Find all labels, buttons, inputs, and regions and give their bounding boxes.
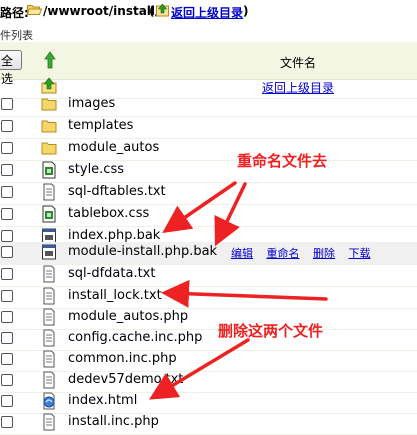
text-file-icon <box>43 413 55 431</box>
row-checkbox[interactable] <box>1 208 13 220</box>
table-row: tablebox.css <box>0 204 417 227</box>
up-arrow-icon[interactable] <box>44 51 56 69</box>
table-header <box>0 42 417 80</box>
text-file-icon <box>43 350 55 368</box>
css-file-icon <box>42 205 56 223</box>
table-row: sql-dftables.txt <box>0 182 417 205</box>
table-row: common.inc.php <box>0 349 417 372</box>
file-name[interactable]: images <box>68 96 115 111</box>
file-list-title-text: 件列表 <box>0 29 33 42</box>
table-row: install.inc.php <box>0 412 417 435</box>
bak-file-icon <box>42 244 56 260</box>
file-name[interactable]: common.inc.php <box>68 351 177 366</box>
select-all-button[interactable]: 全选 <box>0 50 22 86</box>
file-list-title: 件列表 <box>0 24 417 43</box>
css-file-icon <box>42 161 56 179</box>
row-checkbox[interactable] <box>1 246 13 258</box>
text-file-icon <box>43 371 55 389</box>
folder-open-icon <box>27 5 42 15</box>
column-header-filename: 文件名 <box>280 56 317 70</box>
text-file-icon <box>43 183 55 201</box>
row-checkbox[interactable] <box>1 164 13 176</box>
row-checkbox[interactable] <box>1 290 13 302</box>
row-checkbox[interactable] <box>1 332 13 344</box>
row-checkbox[interactable] <box>1 353 13 365</box>
file-name[interactable]: style.css <box>68 162 124 177</box>
file-name[interactable]: index.php.bak <box>68 228 160 243</box>
paren-open: ( <box>149 4 155 18</box>
row-checkbox[interactable] <box>1 374 13 386</box>
file-name[interactable]: sql-dfdata.txt <box>68 266 155 281</box>
rename-annotation: 重命名文件去 <box>237 152 328 170</box>
folder-up-icon <box>41 77 57 94</box>
row-checkbox[interactable] <box>1 416 13 428</box>
text-file-icon <box>43 265 55 283</box>
file-name[interactable]: install_lock.txt <box>68 288 162 303</box>
delete-link[interactable]: 删除 <box>313 247 335 260</box>
table-row: dedev57demo.txt <box>0 370 417 393</box>
table-row: module_autos <box>0 138 417 161</box>
table-row: sql-dfdata.txt <box>0 264 417 287</box>
row-checkbox[interactable] <box>1 120 13 132</box>
row-checkbox[interactable] <box>1 186 13 198</box>
back-to-parent-link[interactable]: 返回上级目录 <box>171 4 243 21</box>
file-name[interactable]: sql-dftables.txt <box>68 184 166 199</box>
table-row: install_lock.txt <box>0 286 417 309</box>
folder-icon <box>41 120 57 133</box>
file-name[interactable]: index.html <box>68 393 137 408</box>
row-checkbox[interactable] <box>1 142 13 154</box>
file-name[interactable]: module_autos <box>68 140 159 155</box>
file-name[interactable]: module_autos.php <box>68 309 188 324</box>
text-file-icon <box>43 329 55 347</box>
file-name[interactable]: config.cache.inc.php <box>68 330 202 345</box>
table-row: module_autos.php <box>0 307 417 330</box>
edit-link[interactable]: 编辑 <box>231 247 253 260</box>
table-row: templates <box>0 116 417 139</box>
table-row: style.css <box>0 160 417 183</box>
file-name[interactable]: install.inc.php <box>68 414 159 429</box>
row-actions: 编辑 重命名 删除 下载 <box>231 245 381 261</box>
row-checkbox[interactable] <box>1 98 13 110</box>
path-prefix: 路径: <box>0 6 29 20</box>
delete-annotation: 删除这两个文件 <box>218 322 324 340</box>
row-checkbox[interactable] <box>1 311 13 323</box>
table-row: index.html <box>0 391 417 414</box>
file-name[interactable]: templates <box>68 118 133 133</box>
file-name[interactable]: tablebox.css <box>68 206 149 221</box>
table-row-highlighted: module-install.php.bak 编辑 重命名 删除 下载 <box>0 242 417 265</box>
row-checkbox[interactable] <box>1 395 13 407</box>
current-path: /wwwroot/install/ <box>43 4 160 18</box>
paren-close: ) <box>243 4 249 18</box>
table-row: config.cache.inc.php <box>0 328 417 351</box>
file-name[interactable]: module-install.php.bak <box>68 244 217 259</box>
row-checkbox[interactable] <box>1 230 13 242</box>
file-name[interactable]: dedev57demo.txt <box>68 372 183 387</box>
folder-icon <box>41 142 57 155</box>
back-arrow-icon[interactable] <box>156 3 169 17</box>
text-file-icon <box>43 308 55 326</box>
html-file-icon <box>43 392 55 410</box>
row-checkbox[interactable] <box>1 268 13 280</box>
rename-link[interactable]: 重命名 <box>267 247 300 260</box>
text-file-icon <box>43 287 55 305</box>
download-link[interactable]: 下载 <box>349 247 371 260</box>
folder-icon <box>41 98 57 111</box>
table-row: images <box>0 94 417 117</box>
path-bar: 路径: /wwwroot/install/ ( 返回上级目录 ) <box>0 0 417 24</box>
